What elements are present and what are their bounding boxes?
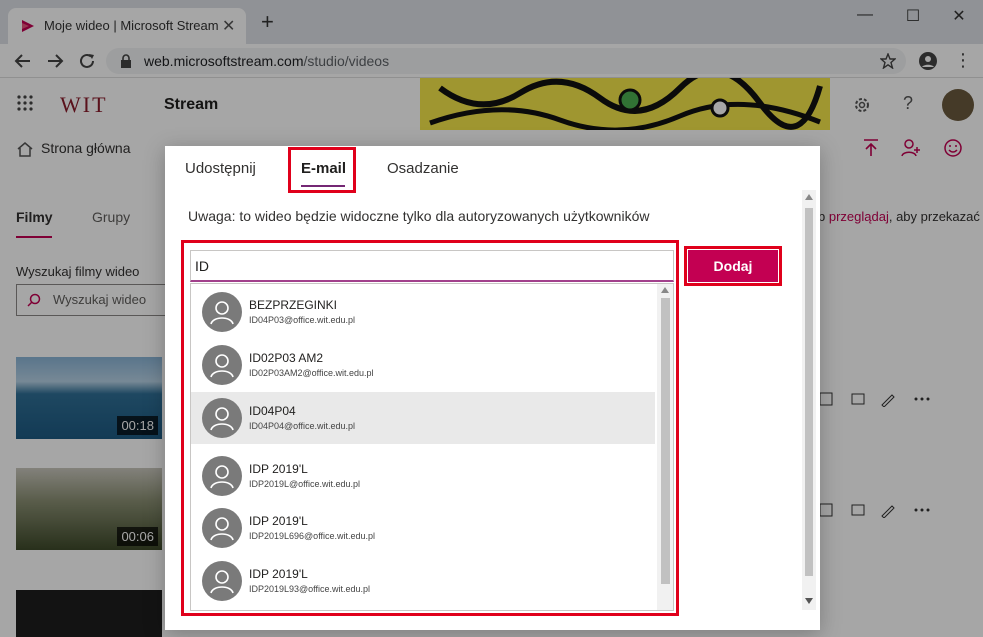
suggestion-name: BEZPRZEGINKI — [249, 298, 338, 312]
person-avatar-icon — [202, 456, 242, 496]
scroll-down-arrow-icon[interactable] — [805, 598, 813, 604]
tab-embed[interactable]: Osadzanie — [387, 160, 459, 177]
suggestion-name: IDP 2019'L — [249, 567, 308, 581]
suggestions-scrollbar[interactable] — [657, 284, 673, 610]
suggestion-name: ID04P04 — [249, 404, 296, 418]
scroll-up-arrow-icon[interactable] — [661, 287, 669, 293]
person-avatar-icon — [202, 508, 242, 548]
suggestion-name: IDP 2019'L — [249, 462, 308, 476]
tab-share[interactable]: Udostępnij — [185, 160, 256, 177]
scroll-up-arrow-icon[interactable] — [805, 194, 813, 200]
add-button[interactable]: Dodaj — [688, 250, 778, 282]
recipient-suggestions: BEZPRZEGINKI ID04P03@office.wit.edu.pl I… — [190, 283, 674, 611]
share-dialog: Udostępnij E-mail Osadzanie Uwaga: to wi… — [165, 146, 820, 630]
suggestion-item[interactable]: IDP 2019'L IDP2019L696@office.wit.edu.pl — [191, 502, 655, 554]
person-avatar-icon — [202, 561, 242, 601]
visibility-notice: Uwaga: to wideo będzie widoczne tylko dl… — [188, 208, 650, 224]
suggestion-email: ID02P03AM2@office.wit.edu.pl — [249, 368, 374, 378]
suggestion-name: ID02P03 AM2 — [249, 351, 324, 365]
person-avatar-icon — [202, 292, 242, 332]
suggestion-email: IDP2019L696@office.wit.edu.pl — [249, 531, 376, 541]
person-avatar-icon — [202, 398, 242, 438]
suggestions-scrollbar-thumb[interactable] — [661, 298, 670, 584]
recipient-input[interactable] — [190, 250, 674, 282]
suggestion-email: ID04P03@office.wit.edu.pl — [249, 315, 356, 325]
suggestion-email: IDP2019L93@office.wit.edu.pl — [249, 584, 371, 594]
suggestion-item[interactable]: IDP 2019'L IDP2019L@office.wit.edu.pl — [191, 450, 655, 502]
email-tab-highlight — [288, 147, 356, 193]
suggestion-name: IDP 2019'L — [249, 514, 308, 528]
suggestion-item[interactable]: ID02P03 AM2 ID02P03AM2@office.wit.edu.pl — [191, 339, 655, 391]
suggestion-item[interactable]: IDP 2019'L IDP2019L93@office.wit.edu.pl — [191, 555, 655, 607]
person-avatar-icon — [202, 345, 242, 385]
suggestion-item-selected[interactable]: ID04P04 ID04P04@office.wit.edu.pl — [191, 392, 655, 444]
dialog-scrollbar-thumb[interactable] — [805, 208, 813, 576]
suggestion-email: IDP2019L@office.wit.edu.pl — [249, 479, 361, 489]
suggestion-item[interactable]: BEZPRZEGINKI ID04P03@office.wit.edu.pl — [191, 286, 655, 338]
dialog-scrollbar[interactable] — [802, 190, 816, 610]
suggestion-email: ID04P04@office.wit.edu.pl — [249, 421, 356, 431]
